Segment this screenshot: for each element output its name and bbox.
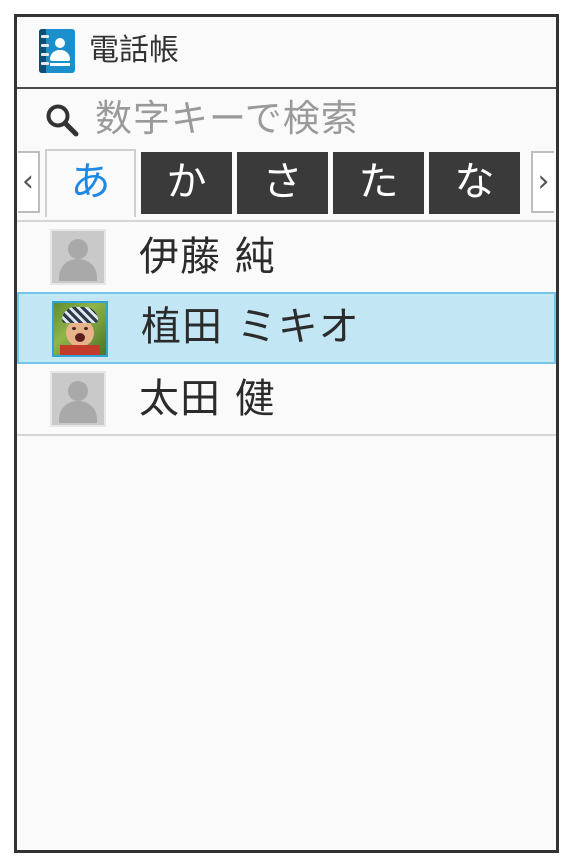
phone-screen: 電話帳 数字キーで検索 ‹ あ か さ た な › 伊藤 純 植田 ミキオ 太田… [14, 14, 559, 853]
title-bar: 電話帳 [17, 17, 556, 89]
search-icon [46, 104, 79, 137]
default-avatar-icon [50, 371, 106, 427]
search-bar[interactable]: 数字キーで検索 [17, 89, 556, 151]
tab-a[interactable]: あ [45, 149, 136, 217]
contact-row-selected[interactable]: 植田 ミキオ [17, 292, 556, 364]
tab-sa[interactable]: さ [237, 152, 328, 214]
contact-name: 植田 ミキオ [141, 304, 360, 350]
contact-row[interactable]: 太田 健 [17, 364, 556, 436]
contacts-book-icon [39, 29, 75, 73]
index-tabs: ‹ あ か さ た な › [17, 149, 556, 217]
chevron-left-icon[interactable]: ‹ [18, 151, 40, 213]
tab-na[interactable]: な [429, 152, 520, 214]
default-avatar-icon [50, 229, 106, 285]
tab-ka[interactable]: か [141, 152, 232, 214]
contact-name: 太田 健 [139, 376, 276, 422]
contact-list: 伊藤 純 植田 ミキオ 太田 健 [17, 220, 556, 436]
chevron-right-icon[interactable]: › [531, 151, 554, 213]
tab-ta[interactable]: た [333, 152, 424, 214]
contact-name: 伊藤 純 [139, 234, 276, 280]
contact-photo [52, 301, 108, 357]
contact-row[interactable]: 伊藤 純 [17, 222, 556, 294]
app-title: 電話帳 [89, 33, 179, 68]
search-placeholder: 数字キーで検索 [95, 97, 359, 140]
